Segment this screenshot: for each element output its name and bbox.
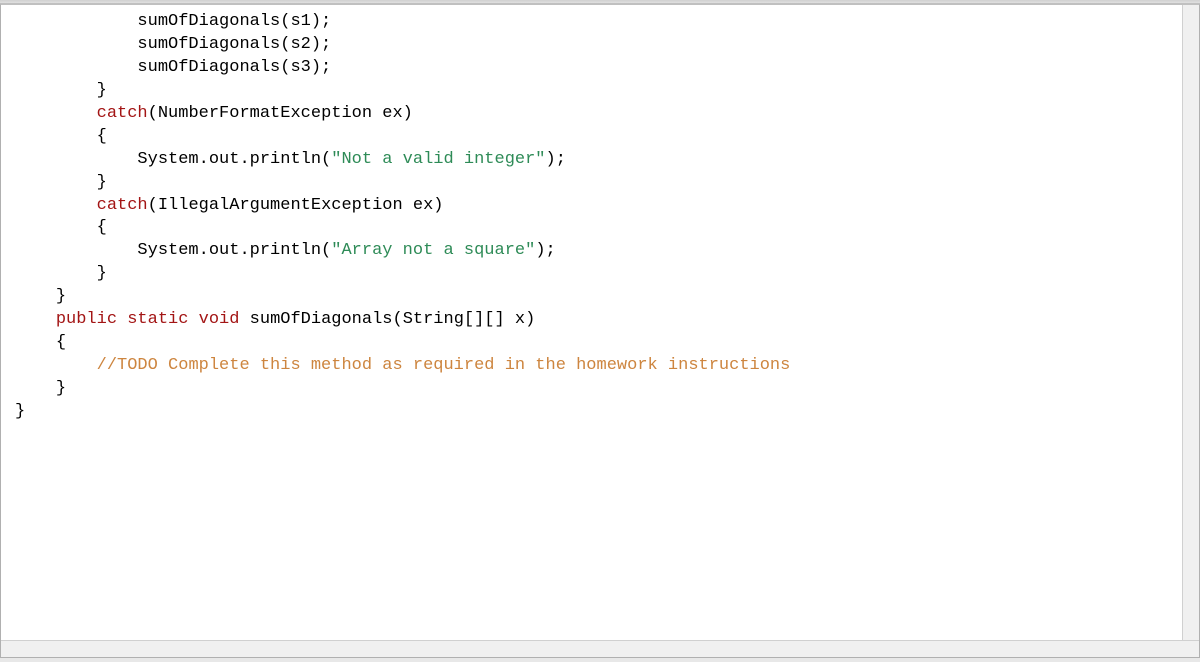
code-line: sumOfDiagonals(s2); [1,34,1199,57]
code-token: ); [535,241,555,260]
code-token: } [56,287,66,306]
code-content: sumOfDiagonals(s1); sumOfDiagonals(s2); … [1,11,1199,424]
code-token-string: "Not a valid integer" [331,150,545,169]
code-token-string: "Array not a square" [331,241,535,260]
code-line: } [1,401,1199,424]
horizontal-scrollbar[interactable] [1,640,1199,657]
code-line: } [1,172,1199,195]
code-token: sumOfDiagonals(s2); [137,35,331,54]
code-token-comment: //TODO Complete this method as required … [97,356,791,375]
code-token: } [15,402,25,421]
code-token-keyword: void [199,310,240,329]
code-token: } [97,81,107,100]
code-token [117,310,127,329]
code-token-keyword: static [127,310,188,329]
code-token: sumOfDiagonals(s1); [137,12,331,31]
code-token: } [97,173,107,192]
code-line: public static void sumOfDiagonals(String… [1,309,1199,332]
code-token: { [97,127,107,146]
code-token: } [56,379,66,398]
code-token: (NumberFormatException ex) [148,104,413,123]
code-line: sumOfDiagonals(s3); [1,57,1199,80]
code-line: { [1,332,1199,355]
code-line: //TODO Complete this method as required … [1,355,1199,378]
code-line: System.out.println("Not a valid integer"… [1,149,1199,172]
code-line: } [1,378,1199,401]
code-line: catch(NumberFormatException ex) [1,103,1199,126]
code-line: } [1,286,1199,309]
code-token: } [97,264,107,283]
code-token: { [97,218,107,237]
code-line: { [1,217,1199,240]
code-token-keyword: public [56,310,117,329]
code-line: catch(IllegalArgumentException ex) [1,195,1199,218]
code-token-catch-kw: catch [97,104,148,123]
code-token: sumOfDiagonals(String[][] x) [239,310,535,329]
code-token: (IllegalArgumentException ex) [148,196,444,215]
code-token-catch-kw: catch [97,196,148,215]
code-line: } [1,263,1199,286]
code-token [188,310,198,329]
code-line: System.out.println("Array not a square")… [1,240,1199,263]
code-token: sumOfDiagonals(s3); [137,58,331,77]
code-line: } [1,80,1199,103]
code-token: { [56,333,66,352]
code-line: { [1,126,1199,149]
code-token: System.out.println( [137,150,331,169]
code-token: System.out.println( [137,241,331,260]
code-token: ); [546,150,566,169]
code-line: sumOfDiagonals(s1); [1,11,1199,34]
vertical-scrollbar[interactable] [1182,5,1199,657]
code-editor-pane[interactable]: sumOfDiagonals(s1); sumOfDiagonals(s2); … [0,4,1200,658]
